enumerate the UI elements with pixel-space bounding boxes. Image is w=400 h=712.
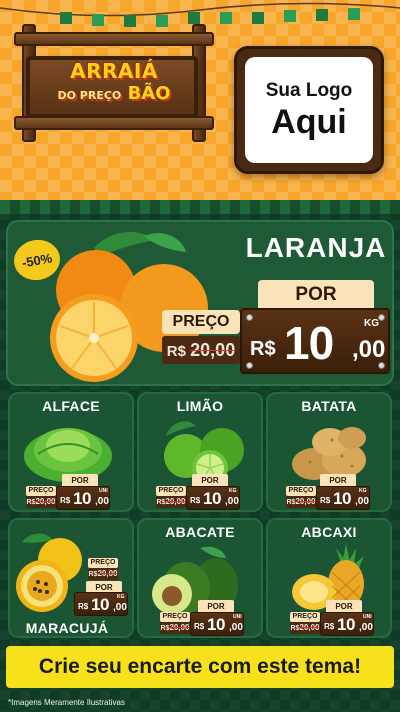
cta-banner[interactable]: Crie seu encarte com este tema! [6,646,394,688]
nail-icon [246,314,253,321]
unit: KG [117,594,125,600]
sign-plank-bottom [14,116,214,130]
disclaimer-text: *Imagens Meramente Ilustrativas [8,698,125,707]
product-name: LIMÃO [176,398,224,414]
price-dec: ,00 [229,622,243,633]
featured-old-price: R$ 20,00 [162,336,240,364]
unit: UNI [99,488,108,494]
price-dec: ,00 [359,622,373,633]
currency: R$ [320,496,331,505]
price-int: 10 [337,615,355,634]
price-int: 10 [207,615,225,634]
header-banner: ARRAIÁ DO PREÇO BÃO Sua Logo Aqui [0,0,400,200]
nail-icon [246,362,253,369]
logo-text-line2: Aqui [271,103,347,141]
price-dec: ,00 [355,496,369,507]
currency: R$ [78,602,89,611]
preco-label: PREÇO [160,612,190,622]
price-tag: R$ 10 ,00 UNI [320,612,374,636]
product-name: BATATA [301,398,357,414]
old-value: 20,00 [169,623,190,632]
preco-label: PREÇO [286,486,316,496]
old-value: 20,00 [165,497,186,506]
price-int: 10 [91,595,109,614]
nail-icon [378,314,385,321]
unit: KG [359,488,367,494]
price-tag: R$ 10 ,00 UNI [190,612,244,636]
unit: UNI [363,614,372,620]
product-name: ABACATE [165,524,235,540]
old-value: 20,00 [299,623,320,632]
product-name: ABCAXI [301,524,357,540]
currency: R$ [60,496,71,505]
old-price: R$20,00 [88,568,118,580]
featured-old-currency: R$ [166,343,186,360]
event-sign: ARRAIÁ DO PREÇO BÃO [14,4,214,144]
featured-por-label: POR [258,280,374,310]
preco-label: PREÇO [26,486,56,496]
product-name: ALFACE [42,398,100,414]
logo-placeholder: Sua Logo Aqui [234,46,384,174]
featured-price-tag: R$ 10 ,00 KG [240,308,390,374]
logo-inner: Sua Logo Aqui [245,57,373,163]
price-tag: R$ 10 ,00 KG [316,486,370,510]
unit: KG [229,488,237,494]
old-price: R$20,00 [290,622,320,634]
logo-text-line1: Sua Logo [265,80,353,101]
sign-subtitle-small: DO PREÇO [57,89,122,102]
divider-stripe [0,200,400,214]
old-price: R$20,00 [286,496,316,508]
preco-label: PREÇO [88,558,118,568]
old-price: R$20,00 [156,496,186,508]
old-value: 20,00 [97,569,118,578]
nail-icon [378,362,385,369]
price-int: 10 [73,489,91,508]
sign-title: ARRAIÁ [70,59,158,83]
currency: R$ [194,622,205,631]
featured-unit: KG [364,318,379,329]
currency: R$ [190,496,201,505]
sign-plank-top [14,32,214,46]
price-tag: R$ 10 ,00 UNI [56,486,110,510]
featured-product-name: LARANJA [245,232,387,263]
product-name: MARACUJÁ [25,620,109,636]
sign-subtitle: DO PREÇO BÃO [34,84,194,106]
old-price: R$20,00 [26,496,56,508]
price-int: 10 [333,489,351,508]
featured-currency: R$ [250,338,276,360]
sign-subtitle-main: BÃO [127,83,171,104]
featured-price-dec: ,00 [352,336,386,363]
unit: UNI [233,614,242,620]
price-dec: ,00 [113,602,127,613]
price-tag: R$ 10 ,00 KG [186,486,240,510]
old-value: 20,00 [35,497,56,506]
featured-old-value: 20,00 [190,340,236,360]
price-int: 10 [203,489,221,508]
preco-label: PREÇO [156,486,186,496]
currency: R$ [324,622,335,631]
price-tag: R$ 10 ,00 KG [74,592,128,616]
price-dec: ,00 [95,496,109,507]
preco-label: PREÇO [290,612,320,622]
featured-preco-label: PREÇO [162,310,240,334]
price-dec: ,00 [225,496,239,507]
old-value: 20,00 [295,497,316,506]
old-price: R$20,00 [160,622,190,634]
featured-price-int: 10 [284,317,334,369]
